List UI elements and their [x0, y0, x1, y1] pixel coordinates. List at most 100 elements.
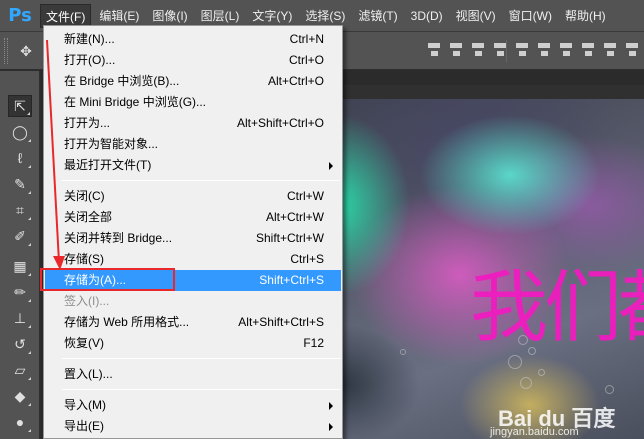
- clone-stamp-icon[interactable]: ⊥: [8, 307, 32, 329]
- file-menu-item[interactable]: 关闭全部 Alt+Ctrl+W: [45, 207, 341, 228]
- menu-item-label: 关闭(C): [64, 189, 105, 203]
- file-menu-item[interactable]: 关闭并转到 Bridge... Shift+Ctrl+W: [45, 228, 341, 249]
- spot-healing-brush-icon[interactable]: ▦: [8, 255, 32, 277]
- menu-item-label: 导出(E): [64, 419, 104, 433]
- menu-layer[interactable]: 图层(L): [196, 4, 245, 28]
- menu-item-label: 打开(O)...: [64, 53, 116, 67]
- menu-view[interactable]: 视图(V): [451, 4, 501, 28]
- menu-image[interactable]: 图像(I): [147, 4, 192, 28]
- file-menu-item[interactable]: 在 Bridge 中浏览(B)... Alt+Ctrl+O: [45, 71, 341, 92]
- file-menu-item[interactable]: 导入(M): [45, 395, 341, 416]
- canvas-overlay-text: 我们都是: [470, 263, 644, 353]
- menu-item-label: 签入(I)...: [64, 294, 110, 308]
- distribute-horizontal-center-icon[interactable]: [602, 40, 618, 60]
- menu-item-label: 打开为...: [64, 116, 111, 130]
- options-bar-grip[interactable]: [4, 38, 8, 64]
- brush-icon[interactable]: ✏: [8, 281, 32, 303]
- menu-item-shortcut: Ctrl+W: [287, 189, 324, 203]
- menu-item-shortcut: Shift+Ctrl+S: [259, 273, 324, 287]
- options-separator: [506, 40, 507, 62]
- distribute-buttons: [514, 40, 640, 62]
- menu-item-label: 新建(N)...: [64, 32, 115, 46]
- menu-item-shortcut: Alt+Ctrl+W: [265, 210, 324, 224]
- file-menu-item[interactable]: 新建(N)... Ctrl+N: [45, 29, 341, 50]
- file-menu-dropdown: 新建(N)... Ctrl+N 打开(O)... Ctrl+O 在 Bridge 中浏览…: [43, 25, 343, 439]
- menu-file[interactable]: 文件(F): [40, 3, 92, 28]
- file-menu-item[interactable]: 最近打开文件(T): [45, 155, 341, 176]
- bubble: [508, 355, 522, 369]
- menu-item-label: 关闭并转到 Bridge...: [64, 231, 173, 245]
- file-menu-item[interactable]: 导出(E): [45, 416, 341, 437]
- menu-separator: [62, 358, 340, 359]
- menu-type[interactable]: 文字(Y): [247, 4, 297, 28]
- crop-icon[interactable]: ⌗: [8, 199, 32, 221]
- move-icon[interactable]: ✥: [14, 40, 38, 62]
- bubble: [605, 385, 614, 394]
- menu-edit[interactable]: 编辑(E): [94, 4, 144, 28]
- file-menu-item: 签入(I)...: [45, 291, 341, 312]
- align-bottom-icon[interactable]: [470, 40, 486, 60]
- menu-item-label: 存储为 Web 所用格式...: [64, 315, 190, 329]
- menu-filter[interactable]: 滤镜(T): [353, 4, 402, 28]
- menu-item-label: 最近打开文件(T): [64, 158, 152, 172]
- menu-window[interactable]: 窗口(W): [504, 4, 557, 28]
- watermark-url: jingyan.baidu.com: [490, 426, 579, 438]
- menu-item-label: 存储(S): [64, 252, 104, 266]
- tools-panel: ⇱ ◯ ℓ ✎ ⌗ ✐ ▦ ✏ ⊥ ↺ ▱ ◆ ●: [0, 71, 40, 439]
- file-menu-item[interactable]: 恢复(V) F12: [45, 333, 341, 354]
- menu-item-label: 在 Bridge 中浏览(B)...: [64, 74, 180, 88]
- photoshop-logo: Ps: [8, 5, 32, 26]
- menu-select[interactable]: 选择(S): [300, 4, 350, 28]
- elliptical-marquee-icon[interactable]: ◯: [8, 121, 32, 143]
- file-menu-item[interactable]: 打开为... Alt+Shift+Ctrl+O: [45, 113, 341, 134]
- eraser-icon[interactable]: ▱: [8, 359, 32, 381]
- menu-item-shortcut: Ctrl+O: [288, 53, 324, 67]
- blur-icon[interactable]: ●: [8, 411, 32, 433]
- file-menu-item[interactable]: 打开为智能对象...: [45, 134, 341, 155]
- lasso-icon[interactable]: ℓ: [8, 147, 32, 169]
- menu-item-label: 关闭全部: [64, 210, 113, 224]
- file-menu-item[interactable]: 存储(S) Ctrl+S: [45, 249, 341, 270]
- distribute-left-icon[interactable]: [580, 40, 596, 60]
- image-canvas[interactable]: 我们都是 Bai du 百度 jingyan.baidu.com: [300, 85, 644, 439]
- menu-item-shortcut: Alt+Shift+Ctrl+O: [236, 116, 324, 130]
- file-menu-item[interactable]: 置入(L)...: [45, 364, 341, 385]
- menu-item-shortcut: Shift+Ctrl+W: [255, 231, 324, 245]
- menu-separator: [62, 389, 340, 390]
- menu-help[interactable]: 帮助(H): [560, 4, 611, 28]
- file-menu-item[interactable]: 存储为 Web 所用格式... Alt+Shift+Ctrl+S: [45, 312, 341, 333]
- bubble: [400, 349, 406, 355]
- menu-item-shortcut: Ctrl+S: [290, 252, 324, 266]
- align-top-icon[interactable]: [426, 40, 442, 60]
- file-menu-item[interactable]: 在 Mini Bridge 中浏览(G)...: [45, 92, 341, 113]
- distribute-bottom-icon[interactable]: [558, 40, 574, 60]
- eyedropper-icon[interactable]: ✐: [8, 225, 32, 247]
- menu-item-shortcut: Ctrl+N: [289, 32, 324, 46]
- menu-item-shortcut: F12: [303, 336, 324, 350]
- menu-separator: [62, 180, 340, 181]
- menu-item-label: 置入(L)...: [64, 367, 113, 381]
- paint-bucket-icon[interactable]: ◆: [8, 385, 32, 407]
- menu-3d[interactable]: 3D(D): [406, 4, 448, 28]
- file-menu-item[interactable]: 关闭(C) Ctrl+W: [45, 186, 341, 207]
- align-vertical-center-icon[interactable]: [448, 40, 464, 60]
- bubble: [538, 369, 545, 376]
- move-tool-icon[interactable]: ⇱: [8, 95, 32, 117]
- submenu-arrow-icon: [329, 162, 333, 170]
- distribute-top-icon[interactable]: [514, 40, 530, 60]
- menu-item-shortcut: Alt+Ctrl+O: [267, 74, 324, 88]
- document-tab-strip: [300, 85, 644, 99]
- menu-item-shortcut: Alt+Shift+Ctrl+S: [238, 315, 324, 329]
- baidu-watermark: Bai du 百度 jingyan.baidu.com: [478, 401, 638, 439]
- highlight-box-annotation: [40, 268, 175, 291]
- align-buttons: [426, 40, 508, 62]
- distribute-right-icon[interactable]: [624, 40, 640, 60]
- menu-item-label: 打开为智能对象...: [64, 137, 159, 151]
- submenu-arrow-icon: [329, 423, 333, 431]
- menu-item-label: 导入(M): [64, 398, 106, 412]
- menu-item-label: 恢复(V): [64, 336, 104, 350]
- file-menu-item[interactable]: 打开(O)... Ctrl+O: [45, 50, 341, 71]
- distribute-vertical-center-icon[interactable]: [536, 40, 552, 60]
- quick-selection-icon[interactable]: ✎: [8, 173, 32, 195]
- history-brush-icon[interactable]: ↺: [8, 333, 32, 355]
